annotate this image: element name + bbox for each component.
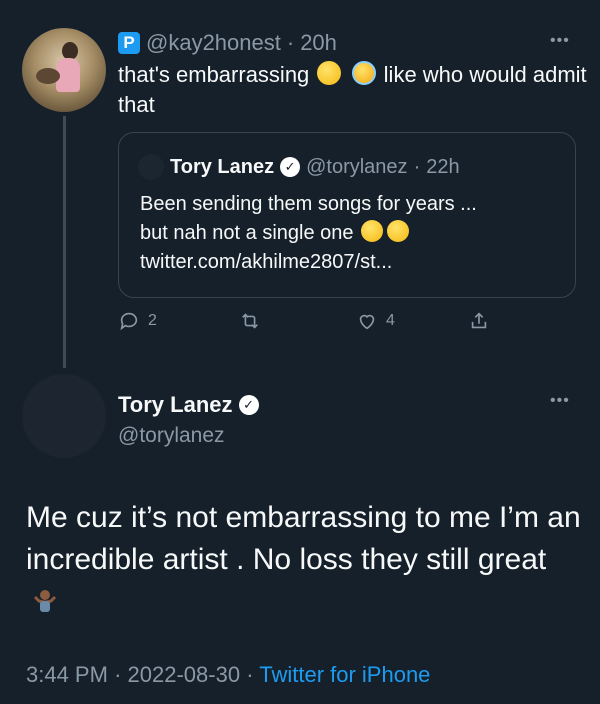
money-mouth-emoji-icon bbox=[317, 61, 342, 85]
verified-icon: ✓ bbox=[280, 157, 301, 177]
reply-header: P @kay2honest · 20h bbox=[118, 28, 337, 58]
thread-line bbox=[63, 116, 66, 368]
main-author-name[interactable]: Tory Lanez bbox=[118, 392, 233, 418]
reply-more-icon[interactable]: ••• bbox=[550, 32, 570, 50]
quoted-line-2-wrap: but nah not a single one bbox=[140, 219, 560, 248]
share-action-button[interactable] bbox=[468, 310, 490, 332]
reply-text-part1: that's embarrassing bbox=[118, 62, 310, 87]
main-author-handle[interactable]: @torylanez bbox=[118, 424, 225, 448]
quoted-tweet-text: Been sending them songs for years ... bu… bbox=[140, 190, 560, 277]
reply-icon bbox=[120, 312, 138, 331]
grinning-sweat-emoji-icon bbox=[387, 220, 410, 242]
reply-text: that's embarrassing like who would admit… bbox=[118, 60, 588, 120]
tweet-time[interactable]: 3:44 PM bbox=[26, 662, 108, 687]
main-author-avatar[interactable] bbox=[22, 374, 106, 458]
profile-badge-icon: P bbox=[118, 32, 140, 54]
main-tweet-text: Me cuz it’s not embarrassing to me I’m a… bbox=[26, 501, 581, 576]
reply-time[interactable]: 20h bbox=[300, 30, 337, 56]
person-shrugging-emoji-icon bbox=[33, 590, 57, 612]
share-icon bbox=[471, 312, 487, 329]
quoted-author-name: Tory Lanez bbox=[170, 155, 275, 178]
tweet-source-link[interactable]: Twitter for iPhone bbox=[259, 662, 430, 687]
like-action-button[interactable]: 4 bbox=[356, 310, 395, 332]
tears-of-joy-emoji-icon bbox=[351, 61, 376, 85]
like-icon bbox=[359, 314, 375, 330]
meta-separator-2: · bbox=[246, 662, 254, 687]
reply-handle[interactable]: @kay2honest bbox=[146, 30, 281, 56]
retweet-action-button[interactable] bbox=[238, 310, 270, 332]
quoted-link[interactable]: twitter.com/akhilme2807/st... bbox=[140, 248, 560, 277]
main-tweet-text-block: Me cuz it’s not embarrassing to me I’m a… bbox=[26, 497, 586, 623]
tweet-date[interactable]: 2022-08-30 bbox=[128, 662, 241, 687]
quoted-author-avatar bbox=[138, 154, 164, 180]
retweet-icon bbox=[242, 313, 258, 329]
tweet-meta: 3:44 PM · 2022-08-30 · Twitter for iPhon… bbox=[26, 662, 430, 688]
main-author-name-row: Tory Lanez ✓ bbox=[118, 390, 259, 420]
grinning-sweat-emoji-icon bbox=[361, 220, 384, 242]
reply-count: 2 bbox=[148, 312, 157, 329]
reply-action-button[interactable]: 2 bbox=[118, 310, 157, 332]
main-more-icon[interactable]: ••• bbox=[550, 392, 570, 410]
quoted-time: 22h bbox=[426, 155, 460, 178]
like-count: 4 bbox=[386, 312, 395, 329]
reply-actions-bar: 2 4 bbox=[118, 310, 508, 340]
reply-separator: · bbox=[286, 30, 295, 55]
quoted-line-2: but nah not a single one bbox=[140, 222, 354, 244]
quoted-author-handle: @torylanez bbox=[306, 155, 408, 178]
verified-icon: ✓ bbox=[238, 395, 259, 415]
reply-author-avatar[interactable] bbox=[22, 28, 106, 112]
quoted-tweet-header: Tory Lanez ✓ @torylanez · 22h bbox=[138, 152, 460, 182]
meta-separator-1: · bbox=[114, 662, 122, 687]
quoted-separator: · bbox=[413, 155, 421, 178]
quoted-line-1: Been sending them songs for years ... bbox=[140, 193, 477, 215]
